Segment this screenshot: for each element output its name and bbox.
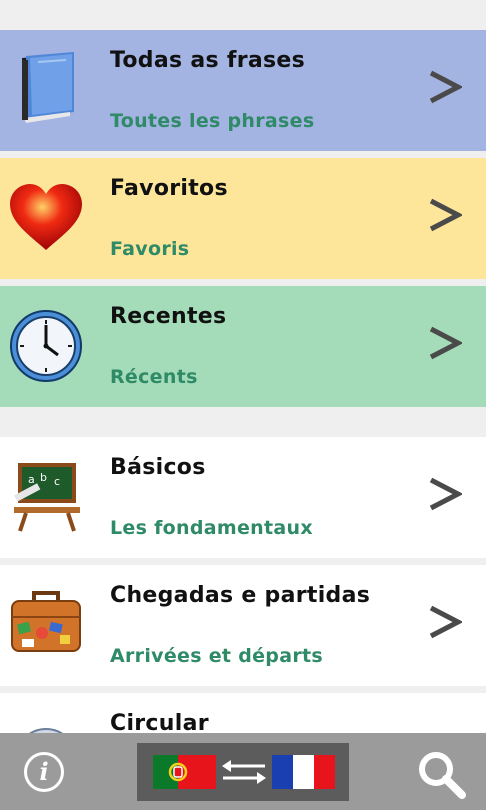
svg-text:a: a	[28, 473, 35, 486]
chevron-right-icon	[429, 326, 462, 360]
category-title: Recentes	[110, 304, 227, 329]
category-arrivals-departures[interactable]: Chegadas e partidas Arrivées et départs	[0, 565, 486, 686]
category-favorites[interactable]: Favoritos Favoris	[0, 158, 486, 279]
info-icon: i	[39, 757, 49, 786]
category-all-phrases[interactable]: Todas as frases Toutes les phrases	[0, 30, 486, 151]
chevron-right-icon	[429, 605, 462, 639]
category-subtitle: Arrivées et départs	[110, 645, 323, 667]
chalkboard-icon: a b c	[14, 463, 80, 532]
info-button[interactable]: i	[24, 752, 64, 792]
book-icon	[22, 52, 74, 123]
chevron-right-icon	[429, 70, 462, 104]
heart-icon	[10, 184, 82, 250]
category-recent[interactable]: Recentes Récents	[0, 286, 486, 407]
france-flag-icon	[272, 755, 335, 789]
category-title: Favoritos	[110, 176, 228, 201]
category-subtitle: Favoris	[110, 238, 190, 260]
svg-text:b: b	[40, 471, 47, 484]
language-switch-button[interactable]	[137, 743, 349, 801]
clock-icon	[10, 310, 82, 382]
search-icon[interactable]	[416, 749, 466, 799]
category-subtitle: Récents	[110, 366, 198, 388]
category-title: Chegadas e partidas	[110, 583, 371, 608]
portugal-flag-icon	[153, 755, 216, 789]
svg-text:c: c	[54, 475, 60, 488]
category-title: Básicos	[110, 455, 206, 480]
category-basics[interactable]: a b c Básicos Les fondamentaux	[0, 437, 486, 558]
swap-arrows-icon	[222, 760, 266, 784]
suitcase-icon	[11, 591, 81, 652]
chevron-right-icon	[429, 477, 462, 511]
category-title: Todas as frases	[110, 48, 306, 73]
category-subtitle: Toutes les phrases	[110, 110, 315, 132]
chevron-right-icon	[429, 198, 462, 232]
bottom-app-bar: i	[0, 733, 486, 810]
category-subtitle: Les fondamentaux	[110, 517, 313, 539]
